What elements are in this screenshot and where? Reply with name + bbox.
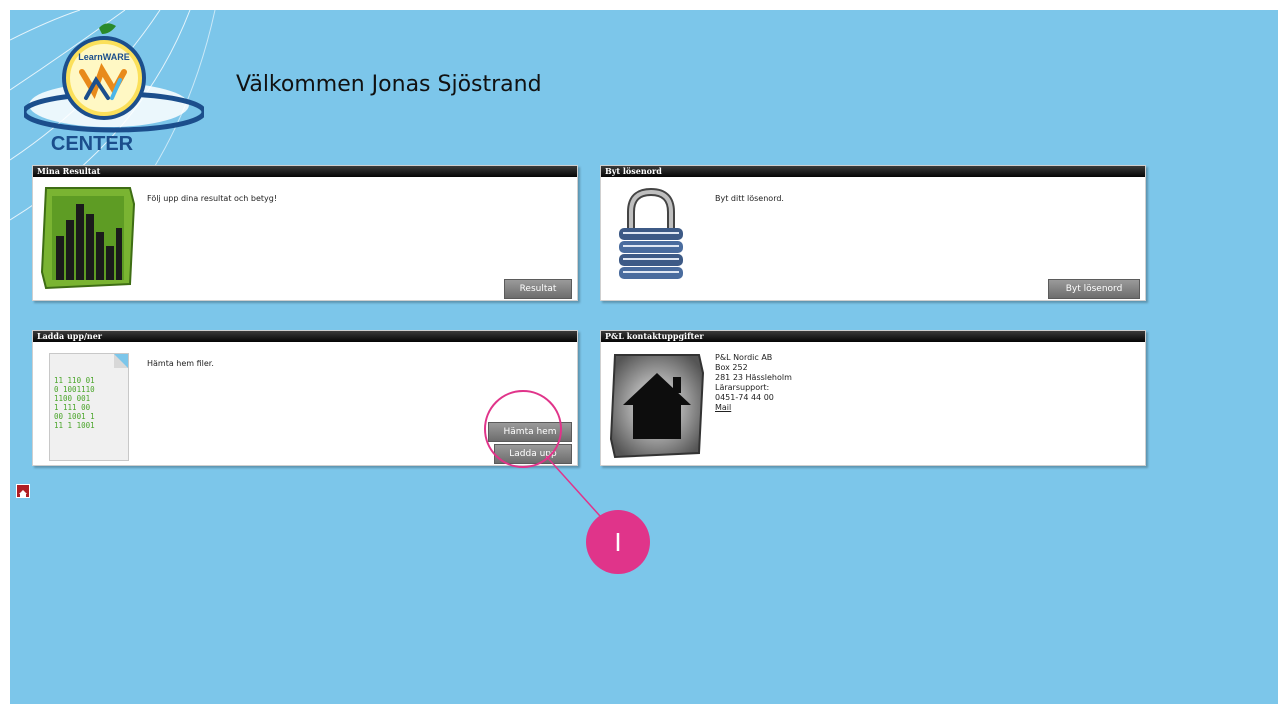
change-password-button[interactable]: Byt lösenord	[1048, 279, 1140, 299]
contact-address1: Box 252	[715, 363, 748, 372]
password-description: Byt ditt lösenord.	[715, 194, 784, 203]
page-background: LearnWARE CENTER Välkommen Jonas Sjöstra…	[10, 10, 1278, 704]
contact-info: P&L Nordic AB Box 252 281 23 Hässleholm …	[715, 353, 792, 413]
contact-support-label: Lärarsupport:	[715, 383, 770, 392]
contact-company: P&L Nordic AB	[715, 353, 773, 362]
contact-address2: 281 23 Hässleholm	[715, 373, 792, 382]
contact-phone: 0451-74 44 00	[715, 393, 774, 402]
callout-badge: I	[586, 510, 650, 574]
mail-link[interactable]: Mail	[715, 403, 792, 413]
callout-circle	[484, 390, 562, 468]
